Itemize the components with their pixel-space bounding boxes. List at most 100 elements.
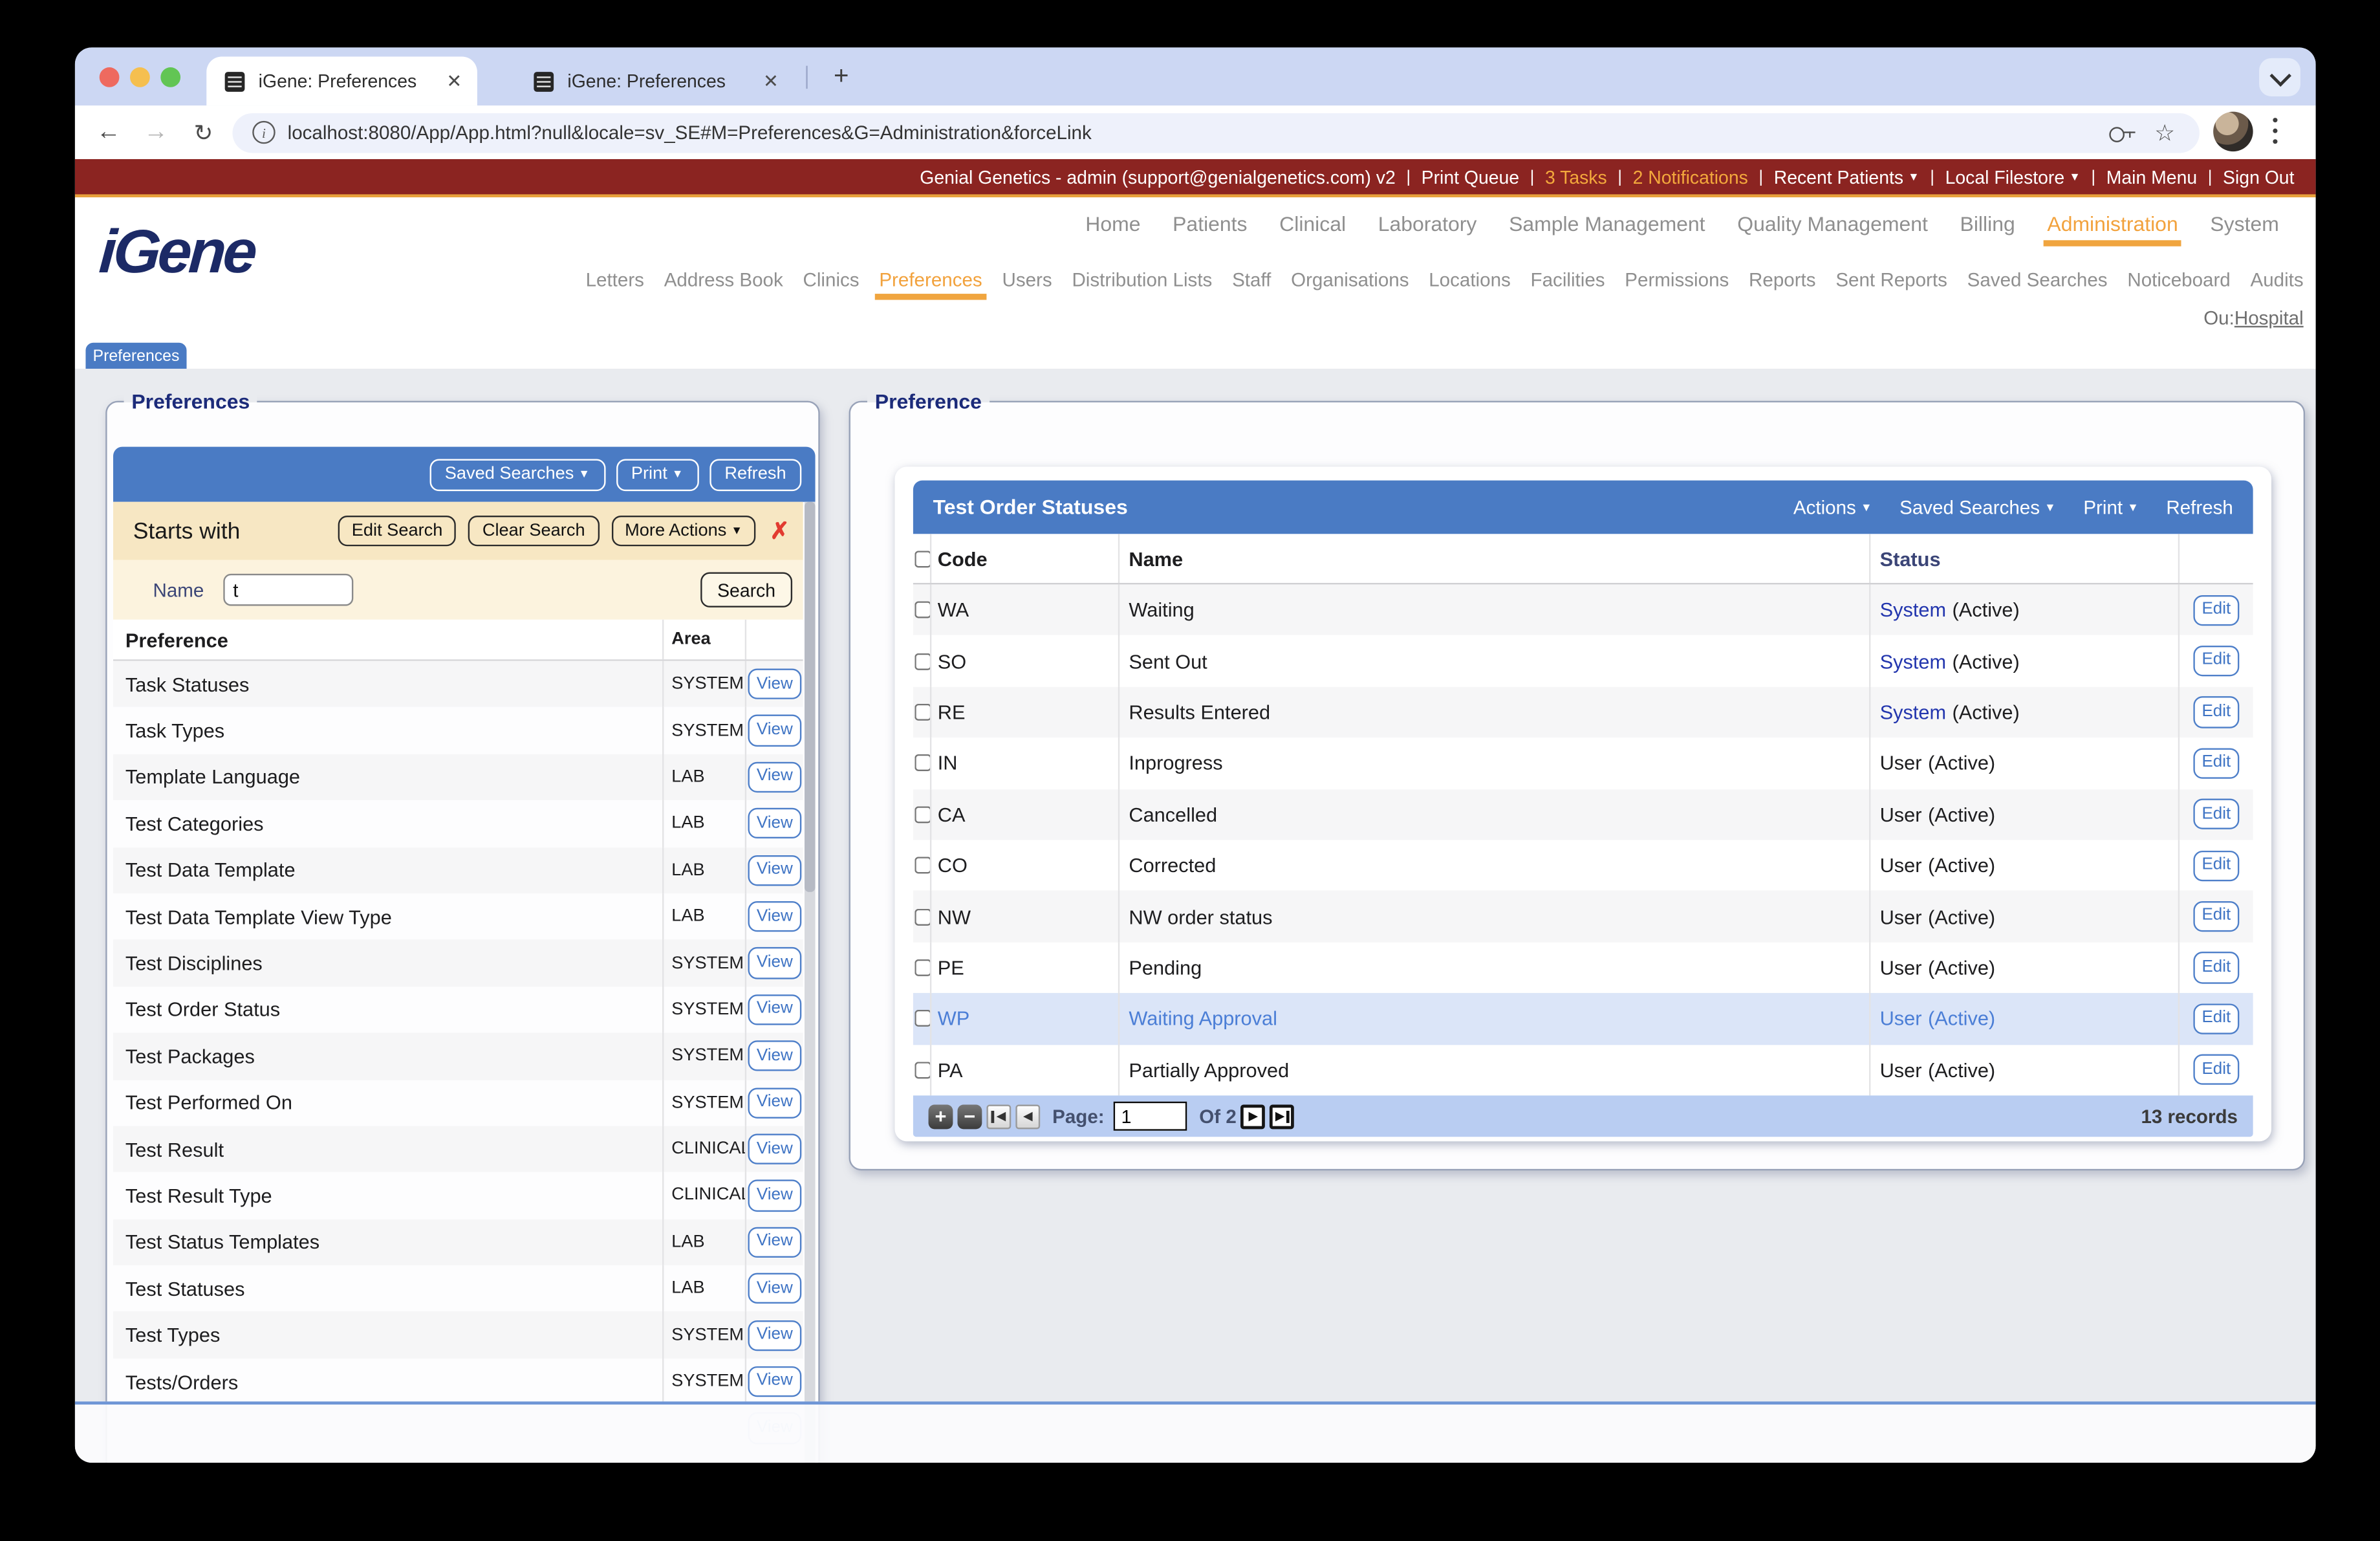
sub-nav-item-address-book[interactable]: Address Book xyxy=(664,269,783,290)
view-button[interactable]: View xyxy=(747,1227,803,1258)
tab-close-icon[interactable]: ✕ xyxy=(763,71,779,92)
topbar-item-sign-out[interactable]: Sign Out xyxy=(2223,166,2294,188)
row-checkbox[interactable] xyxy=(914,601,930,618)
sub-nav-item-users[interactable]: Users xyxy=(1002,269,1052,290)
remove-row-button[interactable]: − xyxy=(957,1104,982,1129)
address-bar[interactable]: i localhost:8080/App/App.html?null&local… xyxy=(232,112,2200,153)
row-checkbox[interactable] xyxy=(914,805,930,823)
sub-nav-item-locations[interactable]: Locations xyxy=(1429,269,1511,290)
actions-link[interactable]: Actions ▼ xyxy=(1793,496,1872,518)
sub-nav-item-permissions[interactable]: Permissions xyxy=(1625,269,1729,290)
panel-scrollbar[interactable] xyxy=(804,501,816,1463)
sub-nav-item-facilities[interactable]: Facilities xyxy=(1531,269,1605,290)
main-nav-item-clinical[interactable]: Clinical xyxy=(1279,213,1346,235)
page-number-input[interactable] xyxy=(1113,1101,1187,1131)
last-page-button[interactable]: ▶ xyxy=(1270,1104,1295,1129)
view-button[interactable]: View xyxy=(747,1273,803,1304)
edit-button[interactable]: Edit xyxy=(2192,849,2240,881)
clear-search-button[interactable]: Clear Search xyxy=(468,516,599,547)
sub-nav-item-distribution-lists[interactable]: Distribution Lists xyxy=(1072,269,1212,290)
edit-button[interactable]: Edit xyxy=(2192,595,2240,626)
view-button[interactable]: View xyxy=(747,761,803,793)
view-button[interactable]: View xyxy=(747,994,803,1025)
row-checkbox[interactable] xyxy=(914,703,930,721)
main-nav-item-administration[interactable]: Administration xyxy=(2044,213,2181,246)
search-button[interactable]: Search xyxy=(700,572,793,607)
ou-hospital-link[interactable]: Hospital xyxy=(2234,307,2304,329)
view-button[interactable]: View xyxy=(747,901,803,932)
view-button[interactable]: View xyxy=(747,668,803,700)
edit-button[interactable]: Edit xyxy=(2192,1054,2240,1086)
row-checkbox[interactable] xyxy=(914,857,930,874)
sub-nav-item-noticeboard[interactable]: Noticeboard xyxy=(2127,269,2230,290)
row-checkbox[interactable] xyxy=(914,959,930,976)
main-nav-item-home[interactable]: Home xyxy=(1085,213,1140,235)
select-all-checkbox[interactable] xyxy=(914,550,930,567)
topbar-item-print-queue[interactable]: Print Queue xyxy=(1422,166,1519,188)
sub-nav-item-letters[interactable]: Letters xyxy=(586,269,644,290)
password-key-icon[interactable] xyxy=(2108,125,2135,142)
edit-button[interactable]: Edit xyxy=(2192,696,2240,728)
view-button[interactable]: View xyxy=(747,1366,803,1397)
window-close-button[interactable] xyxy=(98,66,119,87)
bookmark-star-icon[interactable]: ☆ xyxy=(2154,118,2175,146)
sub-nav-item-audits[interactable]: Audits xyxy=(2251,269,2304,290)
view-button[interactable]: View xyxy=(747,855,803,886)
main-nav-item-patients[interactable]: Patients xyxy=(1173,213,1247,235)
row-checkbox[interactable] xyxy=(914,1010,930,1027)
main-nav-item-system[interactable]: System xyxy=(2210,213,2278,235)
view-button[interactable]: View xyxy=(747,1133,803,1165)
topbar-item-3-tasks[interactable]: 3 Tasks xyxy=(1545,166,1607,188)
edit-button[interactable]: Edit xyxy=(2192,645,2240,677)
edit-button[interactable]: Edit xyxy=(2192,901,2240,932)
prev-page-button[interactable]: ◀ xyxy=(1015,1104,1041,1129)
edit-button[interactable]: Edit xyxy=(2192,952,2240,983)
topbar-item-recent-patients[interactable]: Recent Patients ▼ xyxy=(1774,166,1920,188)
sub-nav-item-organisations[interactable]: Organisations xyxy=(1291,269,1409,290)
sub-nav-item-reports[interactable]: Reports xyxy=(1749,269,1816,290)
view-button[interactable]: View xyxy=(747,808,803,840)
view-button[interactable]: View xyxy=(747,1040,803,1072)
sub-nav-item-clinics[interactable]: Clinics xyxy=(803,269,860,290)
edit-search-button[interactable]: Edit Search xyxy=(338,516,457,547)
back-button[interactable]: ← xyxy=(91,105,127,159)
first-page-button[interactable]: ◀ xyxy=(986,1104,1012,1129)
sub-nav-item-staff[interactable]: Staff xyxy=(1232,269,1271,290)
next-page-button[interactable]: ▶ xyxy=(1240,1104,1266,1129)
browser-profile-avatar[interactable] xyxy=(2213,111,2253,152)
name-input[interactable] xyxy=(224,573,354,606)
site-info-icon[interactable]: i xyxy=(252,120,276,144)
topbar-item-main-menu[interactable]: Main Menu xyxy=(2106,166,2197,188)
row-checkbox[interactable] xyxy=(914,1061,930,1078)
refresh-link[interactable]: Refresh xyxy=(2166,496,2233,518)
add-row-button[interactable]: + xyxy=(928,1104,953,1129)
topbar-item-2-notifications[interactable]: 2 Notifications xyxy=(1633,166,1748,188)
main-nav-item-laboratory[interactable]: Laboratory xyxy=(1378,213,1477,235)
url-text[interactable]: localhost:8080/App/App.html?null&locale=… xyxy=(288,122,2109,143)
main-nav-item-sample-management[interactable]: Sample Management xyxy=(1509,213,1705,235)
window-minimize-button[interactable] xyxy=(129,66,149,87)
edit-button[interactable]: Edit xyxy=(2192,747,2240,779)
edit-button[interactable]: Edit xyxy=(2192,798,2240,830)
row-checkbox[interactable] xyxy=(914,908,930,925)
more-actions-button[interactable]: More Actions ▼ xyxy=(611,516,757,547)
saved-searches-link[interactable]: Saved Searches ▼ xyxy=(1899,496,2056,518)
forward-button[interactable]: → xyxy=(138,105,175,159)
row-checkbox[interactable] xyxy=(914,652,930,670)
page-tab-preferences[interactable]: Preferences xyxy=(85,342,187,369)
edit-button[interactable]: Edit xyxy=(2192,1003,2240,1034)
tab-search-chevron-button[interactable] xyxy=(2259,58,2300,96)
window-zoom-button[interactable] xyxy=(160,66,180,87)
sub-nav-item-saved-searches[interactable]: Saved Searches xyxy=(1967,269,2108,290)
browser-tab-inactive[interactable]: iGene: Preferences ✕ xyxy=(515,57,794,106)
view-button[interactable]: View xyxy=(747,1180,803,1212)
row-checkbox[interactable] xyxy=(914,754,930,772)
tab-close-icon[interactable]: ✕ xyxy=(446,71,462,92)
view-button[interactable]: View xyxy=(747,1087,803,1119)
main-nav-item-quality-management[interactable]: Quality Management xyxy=(1737,213,1928,235)
topbar-item-local-filestore[interactable]: Local Filestore ▼ xyxy=(1945,166,2081,188)
refresh-button[interactable]: Refresh xyxy=(709,458,802,490)
view-button[interactable]: View xyxy=(747,1319,803,1351)
scrollbar-thumb[interactable] xyxy=(804,501,816,892)
close-search-icon[interactable]: ✗ xyxy=(770,517,790,545)
